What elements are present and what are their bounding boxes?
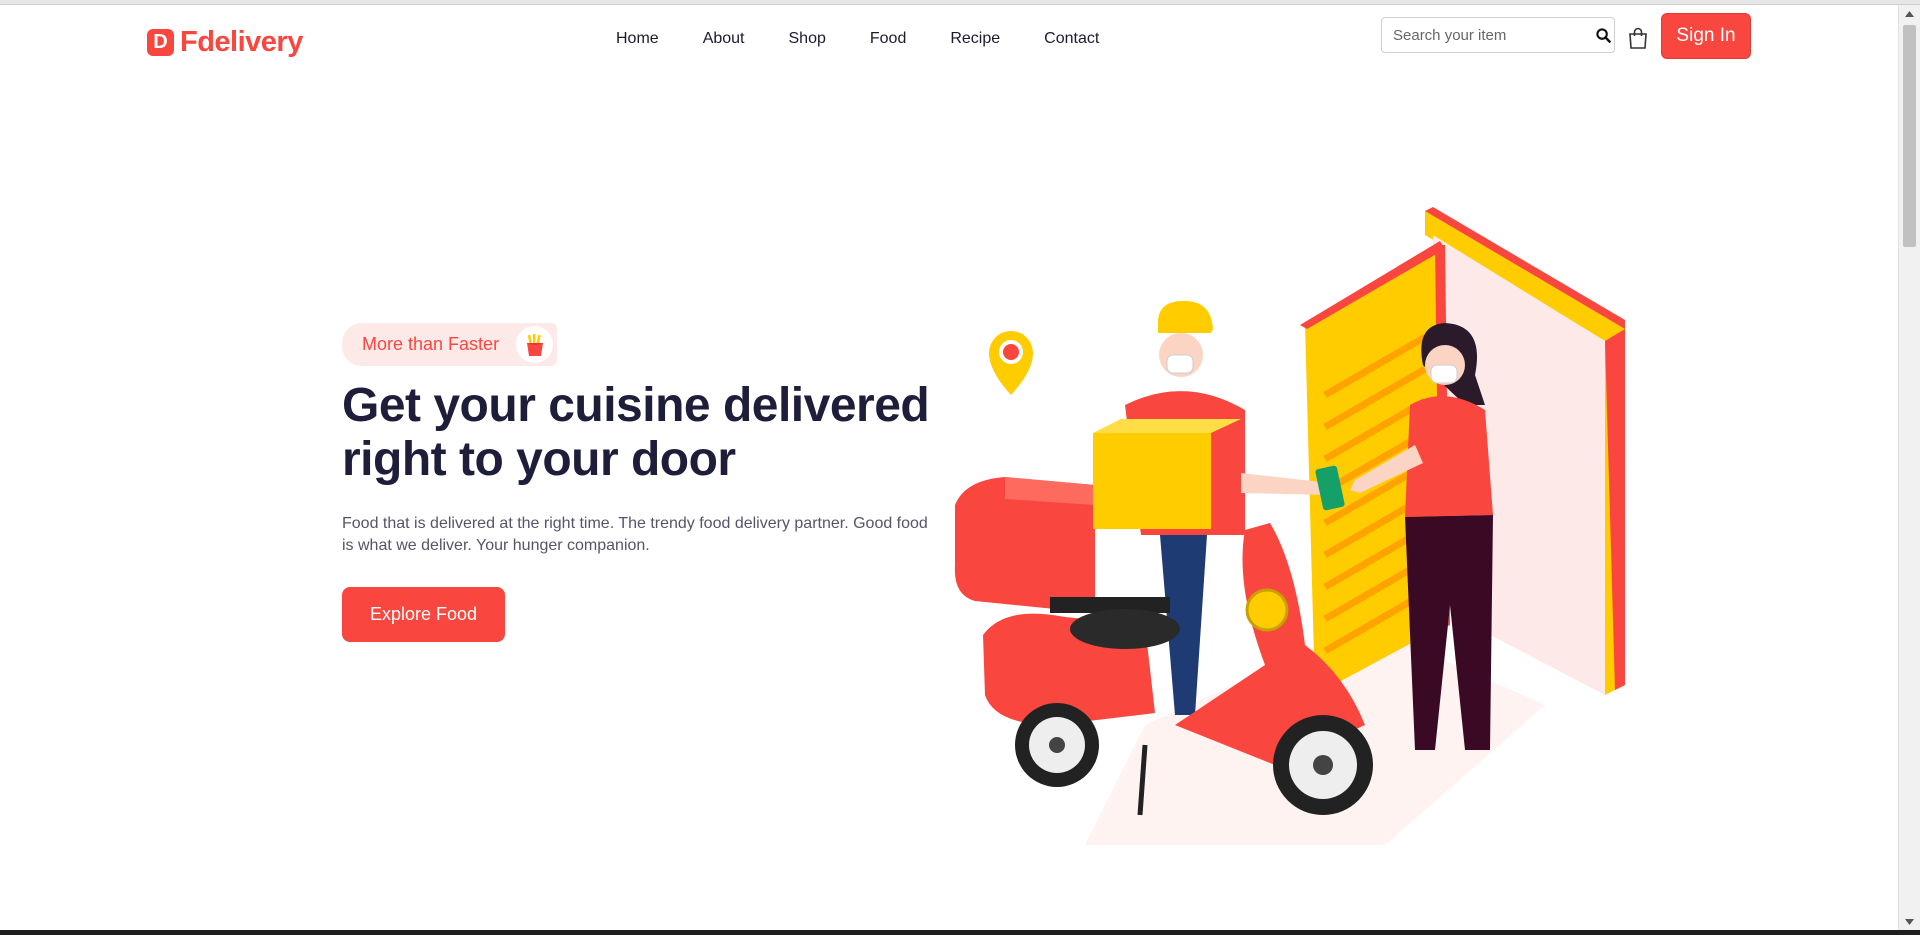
search-box — [1381, 17, 1615, 53]
scroll-down-arrow-icon[interactable] — [1899, 913, 1920, 930]
french-fries-icon — [516, 326, 553, 363]
explore-food-button[interactable]: Explore Food — [342, 587, 505, 642]
logo-text: Fdelivery — [180, 26, 303, 58]
hero-badge: More than Faster — [342, 323, 557, 366]
badge-text: More than Faster — [362, 334, 500, 354]
shopping-bag-icon[interactable] — [1628, 27, 1648, 49]
scrollbar-thumb[interactable] — [1903, 25, 1916, 247]
landing-page: D Fdelivery Home About Shop Food Recipe … — [0, 5, 1898, 930]
taskbar-edge — [0, 930, 1920, 935]
search-input[interactable] — [1382, 18, 1592, 52]
nav-food[interactable]: Food — [870, 27, 906, 51]
location-pin-icon — [989, 331, 1033, 395]
sign-in-button[interactable]: Sign In — [1661, 13, 1751, 59]
hero-title: Get your cuisine delivered right to your… — [342, 379, 942, 487]
scroll-up-arrow-icon[interactable] — [1899, 5, 1920, 22]
nav-home[interactable]: Home — [616, 27, 659, 51]
logo-mark: D — [147, 29, 174, 56]
hero-title-line2: right to your door — [342, 433, 736, 486]
delivery-box — [954, 477, 1095, 613]
brand-logo[interactable]: D Fdelivery — [147, 26, 303, 59]
delivery-illustration — [954, 207, 1625, 845]
vertical-scrollbar[interactable] — [1898, 5, 1920, 930]
main-nav: Home About Shop Food Recipe Contact — [616, 27, 1143, 51]
nav-about[interactable]: About — [703, 27, 745, 51]
hero-description: Food that is delivered at the right time… — [342, 515, 928, 554]
search-icon[interactable] — [1592, 18, 1614, 52]
nav-contact[interactable]: Contact — [1044, 27, 1099, 51]
nav-recipe[interactable]: Recipe — [950, 27, 1000, 51]
nav-shop[interactable]: Shop — [789, 27, 826, 51]
hero-title-line1: Get your cuisine delivered — [342, 379, 930, 432]
